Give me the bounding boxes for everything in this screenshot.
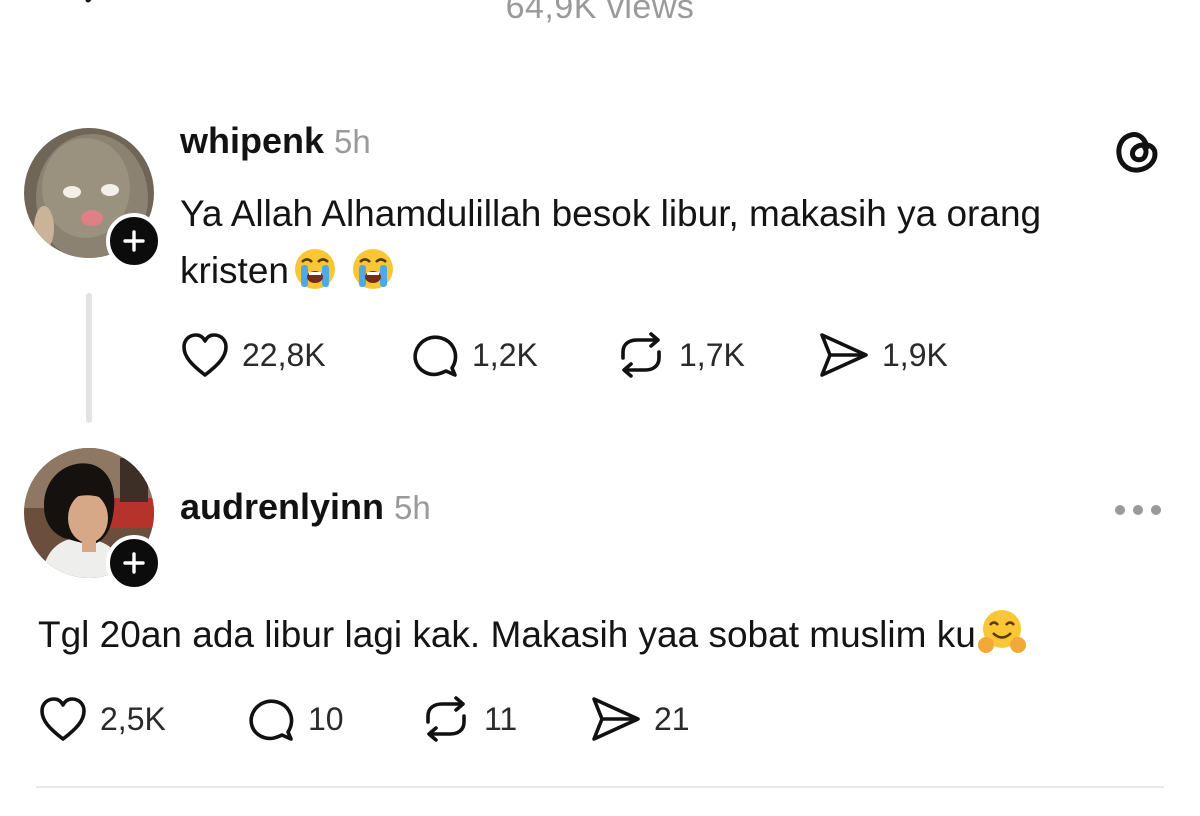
reply-author[interactable]: audrenlyinn 5h [180, 486, 431, 528]
follow-button[interactable] [106, 213, 162, 269]
bell-icon[interactable] [1038, 0, 1100, 20]
repost-count: 11 [484, 700, 518, 737]
heart-icon [40, 697, 86, 741]
divider [36, 786, 1164, 788]
repost-button[interactable]: 1,7K [615, 330, 745, 380]
heart-icon [182, 333, 228, 377]
send-icon [820, 333, 868, 377]
repost-button[interactable]: 11 [420, 694, 517, 744]
comment-icon [249, 699, 294, 741]
follow-button[interactable] [106, 535, 162, 591]
send-icon [592, 697, 640, 741]
more-horizontal-icon[interactable] [1114, 502, 1162, 518]
like-button[interactable]: 22,8K [180, 330, 326, 380]
username[interactable]: whipenk [180, 120, 324, 161]
username[interactable]: audrenlyinn [180, 486, 384, 527]
share-button[interactable]: 21 [590, 694, 690, 744]
post-text-line-2-text: kristen [180, 250, 289, 291]
views-count: 64,9K views [505, 0, 695, 26]
plus-icon [123, 230, 145, 252]
reply-button[interactable]: 1,2K [410, 330, 538, 380]
reply-time: 5h [394, 489, 431, 526]
plus-icon [123, 552, 145, 574]
post-text-line-1: Ya Allah Alhamdulillah besok libur, maka… [180, 193, 1042, 234]
post-author[interactable]: whipenk 5h [180, 120, 371, 162]
post-text: Ya Allah Alhamdulillah besok libur, maka… [180, 185, 1041, 307]
like-count: 2,5K [100, 700, 166, 737]
crying-face-emoji [351, 247, 395, 307]
repost-icon [426, 696, 466, 742]
comment-icon [413, 335, 458, 377]
like-count: 22,8K [242, 336, 326, 373]
share-count: 21 [654, 700, 690, 737]
post-text-line-2: kristen [180, 242, 1041, 307]
crying-face-emoji [293, 247, 337, 307]
reply-text-content: Tgl 20an ada libur lagi kak. Makasih yaa… [38, 614, 976, 655]
hugging-face-emoji [977, 609, 1026, 671]
reply-text: Tgl 20an ada libur lagi kak. Makasih yaa… [38, 606, 1026, 671]
thread-view: 64,9K views whipenk 5h Ya Allah Alhamduli… [0, 0, 1200, 816]
like-button[interactable]: 2,5K [38, 694, 166, 744]
reply-count: 1,2K [472, 336, 538, 373]
repost-count: 1,7K [679, 336, 745, 373]
threads-logo-icon[interactable] [1112, 126, 1162, 176]
repost-icon [621, 332, 661, 378]
thread-connector-line [86, 293, 92, 423]
reply-count: 10 [308, 700, 344, 737]
reply-button[interactable]: 10 [246, 694, 344, 744]
post-time: 5h [334, 123, 371, 160]
share-count: 1,9K [882, 336, 948, 373]
share-button[interactable]: 1,9K [818, 330, 948, 380]
